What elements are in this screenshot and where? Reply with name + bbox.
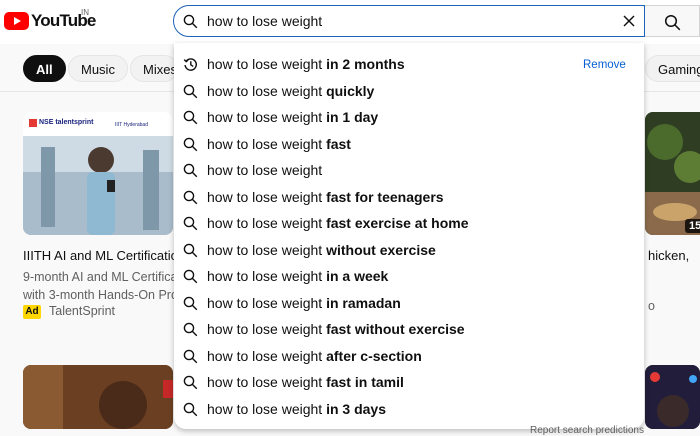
- search-suggestion[interactable]: how to lose weight fast: [174, 131, 644, 157]
- search-suggestion[interactable]: how to lose weight after c-section: [174, 343, 644, 369]
- search-suggestion[interactable]: how to lose weight: [174, 157, 644, 183]
- suggestion-query: how to lose weight: [207, 162, 323, 178]
- history-icon: [183, 58, 197, 71]
- search-suggestion[interactable]: how to lose weight in 1 day: [174, 104, 644, 130]
- suggestion-query: how to lose weight: [207, 374, 323, 390]
- suggestion-text: how to lose weight fast in tamil: [207, 374, 404, 390]
- search-icon: [183, 216, 198, 231]
- suggestion-text: how to lose weight in ramadan: [207, 295, 401, 311]
- search-suggestion[interactable]: how to lose weight in 2 months Remove: [174, 51, 644, 77]
- thumbnail-brand-right: IIIT Hyderabad: [115, 122, 148, 128]
- suggestion-completion: in 3 days: [322, 400, 386, 417]
- search-suggestions-dropdown: how to lose weight in 2 months Remove how …: [174, 43, 644, 436]
- suggestion-query: how to lose weight: [207, 135, 323, 152]
- suggestion-query: how to lose weight: [207, 268, 323, 284]
- search-suggestion[interactable]: how to lose weight fast for teenagers: [174, 184, 644, 210]
- search-icon: [183, 375, 198, 390]
- suggestion-text: how to lose weight: [207, 162, 322, 178]
- search-box[interactable]: [173, 5, 645, 37]
- suggestion-completion: in 1 day: [322, 109, 379, 125]
- suggestion-text: how to lose weight in a week: [207, 268, 388, 284]
- video-description-line: 9-month AI and ML Certification: [23, 270, 198, 284]
- video-thumbnail[interactable]: NSE talentsprint IIIT Hyderabad: [23, 112, 173, 235]
- ad-badge: Ad: [23, 305, 41, 319]
- search-suggestion[interactable]: how to lose weight in a week: [174, 263, 644, 289]
- chip-mixes[interactable]: Mixes: [130, 55, 178, 82]
- video-title[interactable]: IIITH AI and ML Certification: [23, 248, 185, 263]
- country-code: IN: [81, 8, 89, 17]
- search-icon: [664, 14, 681, 31]
- suggestion-query: how to lose weight: [207, 400, 323, 417]
- channel-name[interactable]: TalentSprint: [49, 304, 115, 318]
- suggestion-text: how to lose weight in 1 day: [207, 109, 378, 125]
- search-icon: [183, 163, 198, 178]
- clear-search-icon[interactable]: [622, 14, 636, 28]
- suggestion-completion: fast for teenagers: [322, 188, 444, 205]
- search-suggestion[interactable]: how to lose weight quickly: [174, 78, 644, 104]
- suggestion-text: how to lose weight in 3 days: [207, 401, 386, 417]
- suggestion-text: how to lose weight in 2 months: [207, 56, 405, 72]
- suggestion-text: how to lose weight fast without exercise: [207, 321, 465, 337]
- search-icon: [183, 110, 198, 125]
- suggestion-query: how to lose weight: [207, 188, 323, 205]
- video-thumbnail[interactable]: [645, 365, 700, 429]
- suggestion-completion: without exercise: [322, 241, 436, 258]
- search-suggestion[interactable]: how to lose weight without exercise: [174, 237, 644, 263]
- suggestion-completion: in ramadan: [322, 294, 401, 311]
- suggestion-completion: in 2 months: [322, 56, 405, 72]
- video-title[interactable]: hicken,: [648, 248, 689, 263]
- search-icon: [183, 84, 198, 98]
- search-icon: [183, 269, 198, 284]
- suggestion-query: how to lose weight: [207, 215, 323, 231]
- suggestion-text: how to lose weight without exercise: [207, 242, 436, 258]
- remove-history-link[interactable]: Remove: [583, 59, 626, 71]
- chip-gaming[interactable]: Gaming: [645, 55, 700, 82]
- suggestion-text: how to lose weight fast exercise at home: [207, 215, 468, 231]
- search-input[interactable]: [207, 11, 587, 31]
- chip-music[interactable]: Music: [68, 55, 128, 82]
- search-icon: [183, 349, 198, 363]
- suggestion-completion: after c-section: [322, 347, 422, 364]
- suggestion-completion: fast without exercise: [322, 321, 465, 337]
- search-icon: [183, 402, 198, 416]
- search-suggestion[interactable]: how to lose weight fast without exercise: [174, 316, 644, 342]
- suggestion-completion: in a week: [322, 268, 389, 284]
- search-icon: [183, 322, 198, 337]
- masthead: YouTube IN: [0, 0, 700, 44]
- suggestion-query: how to lose weight: [207, 241, 323, 258]
- video-thumbnail[interactable]: [645, 112, 700, 235]
- suggestion-query: how to lose weight: [207, 347, 323, 364]
- search-icon: [183, 190, 198, 204]
- suggestion-text: how to lose weight quickly: [207, 83, 374, 99]
- suggestion-query: how to lose weight: [207, 294, 323, 311]
- search-suggestion[interactable]: how to lose weight fast in tamil: [174, 369, 644, 395]
- video-meta: o: [648, 299, 655, 313]
- search-button[interactable]: [645, 5, 700, 37]
- report-predictions-link[interactable]: Report search predictions: [530, 425, 644, 436]
- suggestion-query: how to lose weight: [207, 109, 323, 125]
- search-icon: [183, 243, 198, 257]
- search-icon: [183, 137, 198, 151]
- suggestion-text: how to lose weight fast for teenagers: [207, 189, 444, 205]
- suggestion-completion: fast in tamil: [322, 374, 404, 390]
- search-suggestion[interactable]: how to lose weight in 3 days: [174, 396, 644, 422]
- suggestion-completion: fast exercise at home: [322, 215, 469, 231]
- suggestion-completion: fast: [322, 135, 351, 152]
- chip-all[interactable]: All: [23, 55, 66, 82]
- video-description-line: with 3-month Hands-On Project: [23, 288, 198, 302]
- video-thumbnail[interactable]: [23, 365, 173, 429]
- video-duration: 15: [685, 219, 700, 233]
- search-icon: [183, 14, 198, 29]
- suggestion-text: how to lose weight after c-section: [207, 348, 422, 364]
- suggestion-text: how to lose weight fast: [207, 136, 351, 152]
- suggestion-query: how to lose weight: [207, 321, 323, 337]
- search-icon: [183, 296, 198, 310]
- thumbnail-brand-left: NSE talentsprint: [39, 119, 94, 126]
- search-suggestion[interactable]: how to lose weight in ramadan: [174, 290, 644, 316]
- youtube-play-icon: [4, 12, 29, 30]
- search-suggestion[interactable]: how to lose weight fast exercise at home: [174, 210, 644, 236]
- suggestion-completion: quickly: [322, 82, 375, 99]
- suggestion-query: how to lose weight: [207, 56, 323, 72]
- suggestion-query: how to lose weight: [207, 82, 323, 99]
